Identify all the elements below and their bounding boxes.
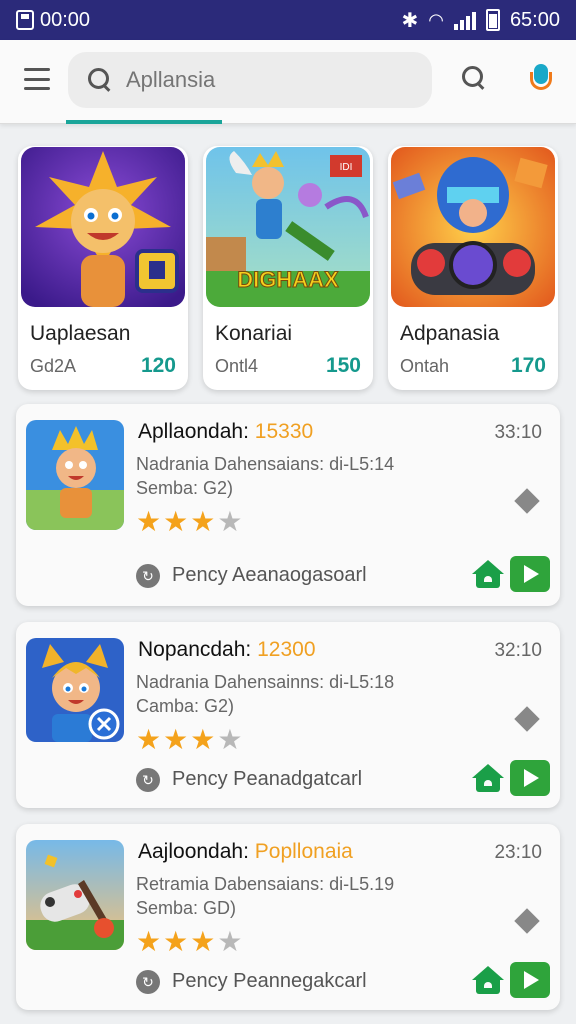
bluetooth-icon: ✱ [401,9,419,32]
search-bar[interactable] [68,52,432,108]
featured-art-image [21,147,185,307]
list-item-description: Nadrania Dahensaians: di-L5:14 Semba: G2… [136,454,395,498]
featured-art-image [391,147,555,307]
clock-icon: ↻ [136,970,160,994]
featured-subtitle: Ontl4 [215,356,259,376]
play-button[interactable] [510,962,550,998]
app-bar [0,40,576,124]
star-empty-icon: ★ [217,506,243,537]
list-item-highlight: Popllonaia [254,840,353,863]
featured-card[interactable]: Adpanasia Ontah 170 [388,146,558,390]
featured-title: Konariai [215,322,293,345]
clock-icon: ↻ [136,768,160,792]
star-icon: ★ [163,506,189,537]
search-icon [88,68,112,92]
star-empty-icon: ★ [217,926,243,957]
diamond-icon[interactable] [514,706,540,732]
star-icon: ★ [136,506,162,537]
featured-subtitle: Gd2A [30,356,77,376]
list-item-title: Apllaondah: 15330 [138,420,314,443]
list-item-description: Nadrania Dahensainns: di-L5:18 Camba: G2… [136,672,395,716]
list-item-title: Aajloondah: Popllonaia [138,840,353,863]
star-icon: ★ [190,506,216,537]
list-item[interactable]: Apllaondah: 15330 33:10 Nadrania Dahensa… [16,404,560,606]
list-item-time: 23:10 [494,842,542,863]
star-icon: ★ [136,724,162,755]
star-icon: ★ [163,926,189,957]
diamond-icon[interactable] [514,488,540,514]
status-bar: 00:00 ✱ ◠ 65:00 [0,0,576,40]
home-icon[interactable] [472,966,504,996]
star-icon: ★ [136,926,162,957]
status-right: ✱ ◠ 65:00 [401,8,560,33]
rating-stars: ★ ★ ★ ★ [136,508,242,536]
featured-art-image: IDI DIGHAAX [206,147,370,307]
list-item-footer: Pency Peanadgatcarl [172,768,363,790]
sd-card-icon [16,10,34,30]
status-left: 00:00 [16,9,90,32]
diamond-icon[interactable] [514,908,540,934]
menu-icon[interactable] [24,68,50,90]
list-item-footer: Pency Aeanaogasoarl [172,564,367,586]
star-icon: ★ [190,724,216,755]
battery-icon [485,9,500,31]
list-item[interactable]: Aajloondah: Popllonaia 23:10 Retramia Da… [16,824,560,1010]
rating-stars: ★ ★ ★ ★ [136,928,242,956]
tab-indicator [66,120,222,124]
svg-text:IDI: IDI [340,162,353,173]
list-item-title: Nopancdah: 12300 [138,638,316,661]
star-icon: ★ [163,724,189,755]
clock-icon: ↻ [136,564,160,588]
featured-title: Uaplaesan [30,322,131,345]
list-item-highlight: 15330 [254,420,314,443]
featured-count: 170 [510,354,546,377]
list-item-description: Retramia Dabensaians: di-L5.19 Semba: GD… [136,874,395,918]
featured-card[interactable]: Uaplaesan Gd2A 120 [18,146,188,390]
featured-art-label: DIGHAAX [237,267,339,292]
star-empty-icon: ★ [217,724,243,755]
featured-count: 150 [325,354,361,377]
microphone-icon[interactable] [528,64,554,94]
list-item[interactable]: Nopancdah: 12300 32:10 Nadrania Dahensai… [16,622,560,808]
featured-title: Adpanasia [400,322,500,345]
app-thumbnail [26,420,124,530]
list-item-footer: Pency Peannegakcarl [172,970,367,992]
list-item-highlight: 12300 [257,638,316,661]
home-icon[interactable] [472,560,504,590]
search-input[interactable] [126,67,406,93]
play-button[interactable] [510,760,550,796]
featured-count: 120 [140,354,176,377]
list-item-time: 33:10 [494,422,542,443]
signal-icon [453,10,476,30]
wifi-icon: ◠ [428,9,444,30]
status-time-right: 65:00 [509,8,560,31]
search-button-icon[interactable] [462,66,486,90]
rating-stars: ★ ★ ★ ★ [136,726,242,754]
status-time-left: 00:00 [40,8,91,31]
play-button[interactable] [510,556,550,592]
featured-subtitle: Ontah [400,356,450,376]
app-thumbnail [26,638,124,742]
featured-card[interactable]: IDI DIGHAAX Konariai Ontl4 150 [203,146,373,390]
app-thumbnail [26,840,124,950]
home-icon[interactable] [472,764,504,794]
star-icon: ★ [190,926,216,957]
list-item-time: 32:10 [494,640,542,661]
